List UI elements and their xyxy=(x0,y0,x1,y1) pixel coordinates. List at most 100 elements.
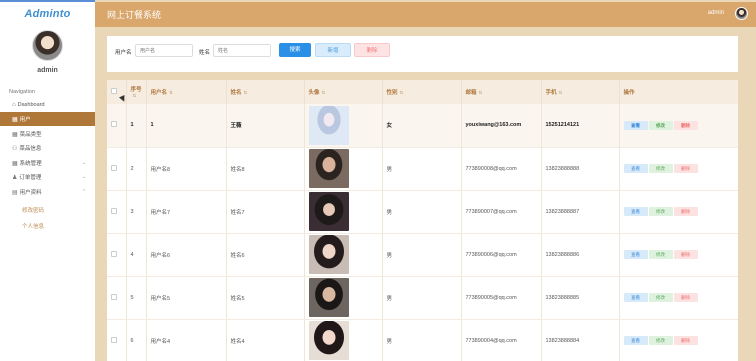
delete-button[interactable]: 删除 xyxy=(354,43,390,57)
row-checkbox[interactable] xyxy=(111,250,117,257)
search-button[interactable]: 搜索 xyxy=(279,43,311,57)
row-delete-button[interactable]: 删除 xyxy=(673,120,698,130)
view-button[interactable]: 查看 xyxy=(623,250,648,259)
cell-phone: 13823888887 xyxy=(541,190,620,234)
name-label: 姓名 xyxy=(199,50,211,56)
user-photo xyxy=(308,235,349,274)
sidebar-item-system[interactable]: ▦ 系统管理 ⌄ xyxy=(0,156,95,170)
cell-avatar xyxy=(304,147,383,191)
cell-email: youxiwang@163.com xyxy=(461,104,542,148)
sidebar-item-label: 用户 xyxy=(19,117,31,123)
cell-phone: 13823888886 xyxy=(541,233,620,277)
cell-email: 773890006@qq.com xyxy=(461,233,542,277)
avatar[interactable] xyxy=(32,30,63,61)
row-delete-button[interactable]: 删除 xyxy=(673,207,698,216)
sidebar-item-dish-types[interactable]: ▦ 菜品类型 xyxy=(0,127,95,141)
cell-avatar xyxy=(304,190,383,234)
table-row[interactable]: 2 用户名8 姓名8 男 773890008@qq.com 1382388888… xyxy=(107,147,738,191)
column-header[interactable]: 姓名 ⇅ xyxy=(226,80,305,104)
table-header-row: 序号⇅ 用户名 ⇅ 姓名 ⇅ 头像 ⇅ 性别 ⇅ 邮箱 ⇅ 手机 ⇅ 操作 xyxy=(107,80,738,104)
edit-button[interactable]: 修改 xyxy=(648,120,673,130)
sort-icon: ⇅ xyxy=(399,90,404,95)
table-row[interactable]: 4 用户名6 姓名6 男 773890006@qq.com 1382388888… xyxy=(107,233,738,277)
username-label: 用户名 xyxy=(115,50,132,56)
row-delete-button[interactable]: 删除 xyxy=(673,164,698,173)
row-checkbox[interactable] xyxy=(111,121,117,128)
name-input[interactable] xyxy=(213,44,271,57)
edit-button[interactable]: 修改 xyxy=(648,164,673,173)
app-logo[interactable]: Adminto xyxy=(0,8,95,20)
sidebar-item-dashboard[interactable]: ⌂ Dashboard xyxy=(0,98,95,112)
view-button[interactable]: 查看 xyxy=(623,207,648,216)
select-all-checkbox[interactable] xyxy=(111,88,117,94)
row-checkbox[interactable] xyxy=(111,336,117,343)
edit-button[interactable]: 修改 xyxy=(648,250,673,259)
user-photo xyxy=(308,321,349,360)
cell-username: 用户名6 xyxy=(146,233,227,277)
row-select-cell[interactable] xyxy=(107,276,127,320)
row-select-cell[interactable] xyxy=(107,319,127,361)
row-checkbox[interactable] xyxy=(111,164,117,171)
cell-phone: 13823888888 xyxy=(541,147,620,191)
edit-button[interactable]: 修改 xyxy=(648,336,673,345)
cell-phone: 13823888884 xyxy=(541,319,620,361)
sidebar-item-label: 菜品信息 xyxy=(19,146,42,152)
cell-name: 姓名8 xyxy=(226,147,305,191)
cell-actions: 查看 修改 删除 xyxy=(619,190,738,234)
graph-icon: ⚇ xyxy=(12,145,18,152)
cell-username: 用户名7 xyxy=(146,190,227,234)
cell-avatar xyxy=(304,104,383,148)
column-header[interactable]: 邮箱 ⇅ xyxy=(461,80,542,104)
cell-id: 5 xyxy=(126,276,147,320)
cell-email: 773890008@qq.com xyxy=(461,147,542,191)
search-panel: 用户名 姓名 搜索 新增 删除 xyxy=(107,36,738,72)
page-title: 网上订餐系统 xyxy=(107,10,162,20)
header-username[interactable]: admin xyxy=(708,10,724,16)
edit-button[interactable]: 修改 xyxy=(648,207,673,216)
sidebar-item-label: 系统管理 xyxy=(19,161,42,167)
cell-id: 3 xyxy=(126,190,147,234)
view-button[interactable]: 查看 xyxy=(623,120,648,130)
user-photo xyxy=(308,149,349,188)
add-button[interactable]: 新增 xyxy=(315,43,351,57)
grid-icon: ▦ xyxy=(12,160,18,167)
row-delete-button[interactable]: 删除 xyxy=(673,293,698,302)
home-icon: ⌂ xyxy=(12,102,16,108)
row-select-cell[interactable] xyxy=(107,233,127,277)
header-avatar[interactable] xyxy=(735,7,748,20)
edit-button[interactable]: 修改 xyxy=(648,293,673,302)
table-row[interactable]: 5 用户名5 姓名5 男 773890005@qq.com 1382388888… xyxy=(107,276,738,320)
row-checkbox[interactable] xyxy=(111,207,117,214)
column-header[interactable]: 手机 ⇅ xyxy=(541,80,620,104)
sidebar-item-orders[interactable]: ♟ 订单管理 ⌄ xyxy=(0,170,95,184)
column-header[interactable]: 头像 ⇅ xyxy=(304,80,383,104)
row-delete-button[interactable]: 删除 xyxy=(673,250,698,259)
cell-phone: 13823888885 xyxy=(541,276,620,320)
table-row[interactable]: 6 用户名4 姓名4 男 773890004@qq.com 1382388888… xyxy=(107,319,738,361)
column-header[interactable]: 用户名 ⇅ xyxy=(146,80,227,104)
username-input[interactable] xyxy=(135,44,193,57)
table-row[interactable]: 3 用户名7 姓名7 男 773890007@qq.com 1382388888… xyxy=(107,190,738,234)
row-select-cell[interactable] xyxy=(107,104,127,148)
view-button[interactable]: 查看 xyxy=(623,164,648,173)
sort-icon: ⇅ xyxy=(243,90,248,95)
row-select-cell[interactable] xyxy=(107,147,127,191)
view-button[interactable]: 查看 xyxy=(623,336,648,345)
column-header[interactable]: 序号⇅ xyxy=(126,80,147,104)
sidebar-item-users[interactable]: ▦ 用户 xyxy=(0,112,95,126)
column-header[interactable]: 性别 ⇅ xyxy=(382,80,462,104)
cell-username: 用户名8 xyxy=(146,147,227,191)
sidebar-item-profile[interactable]: ▤ 用户资料 ⌃ xyxy=(0,185,95,199)
cell-avatar xyxy=(304,233,383,277)
row-checkbox[interactable] xyxy=(111,293,117,300)
sidebar-subitem-change-password[interactable]: 修改密码 xyxy=(22,206,44,214)
table-row[interactable]: 1 1 王薇 女 youxiwang@163.com 15251214121 查… xyxy=(107,104,738,148)
sidebar-subitem-personal-info[interactable]: 个人信息 xyxy=(22,222,44,230)
row-select-cell[interactable] xyxy=(107,190,127,234)
row-delete-button[interactable]: 删除 xyxy=(673,336,698,345)
sidebar-item-dish-info[interactable]: ⚇ 菜品信息 xyxy=(0,141,95,155)
view-button[interactable]: 查看 xyxy=(623,293,648,302)
user-photo xyxy=(308,105,349,145)
grid-icon: ▦ xyxy=(12,131,18,138)
cell-name: 姓名4 xyxy=(226,319,305,361)
